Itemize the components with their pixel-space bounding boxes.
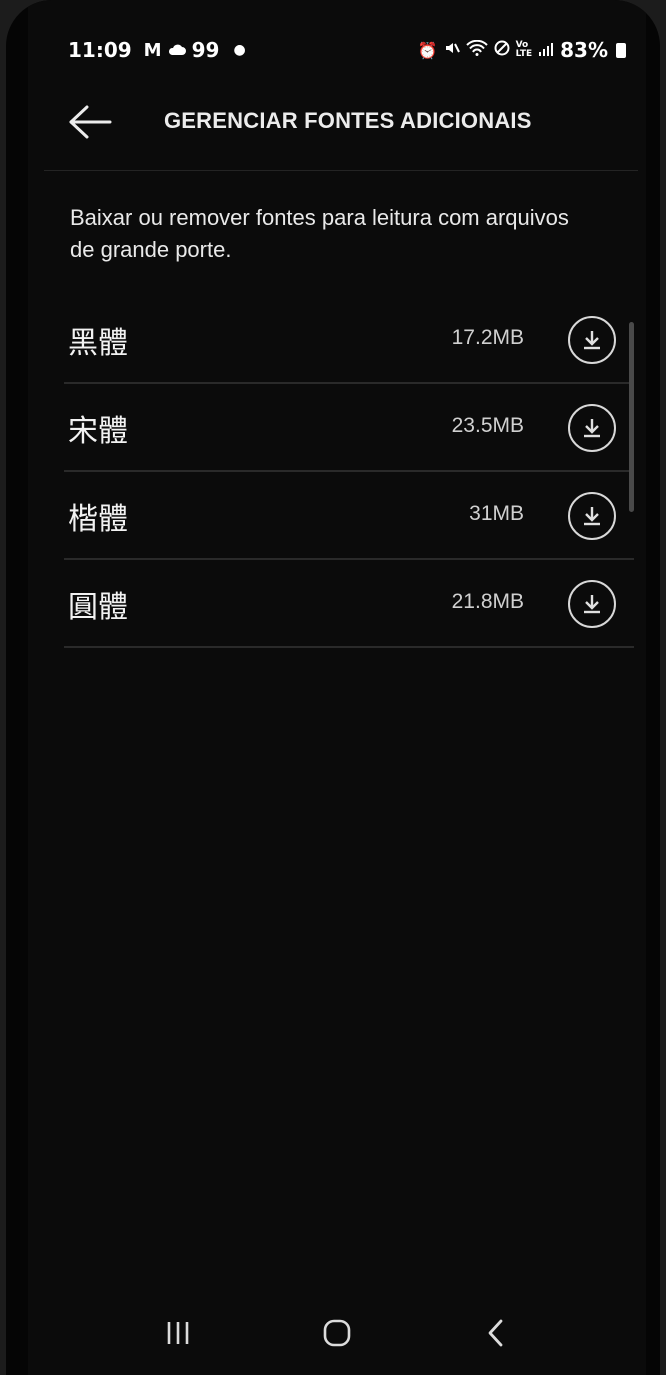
list-item: 黑體 17.2MB <box>64 296 634 384</box>
font-name: 黑體 <box>68 326 128 361</box>
notification-count: 99 <box>191 38 220 62</box>
scrollbar[interactable] <box>629 322 634 512</box>
header-divider <box>44 170 638 171</box>
battery-icon <box>616 42 626 58</box>
recent-apps-button[interactable] <box>148 1303 208 1363</box>
download-icon <box>584 507 600 526</box>
download-button[interactable] <box>568 580 616 628</box>
arrow-left-icon <box>69 105 112 139</box>
status-left: 11:09 M 99 ● <box>68 38 246 62</box>
download-button[interactable] <box>568 404 616 452</box>
font-list: 黑體 17.2MB 宋體 23.5MB 楷體 31MB 圓體 21.8MB <box>64 296 634 648</box>
font-file-size: 23.5MB <box>451 414 524 437</box>
wifi-icon <box>465 39 488 60</box>
font-file-size: 31MB <box>469 502 524 525</box>
home-button[interactable] <box>307 1303 367 1363</box>
cloud-icon <box>168 38 186 62</box>
recent-apps-icon <box>167 1322 188 1344</box>
app-bar: GERENCIAR FONTES ADICIONAIS <box>28 88 646 158</box>
screen: 11:09 M 99 ● ⏰ Vo LTE 83% GERENCIAR FONT… <box>28 0 646 1375</box>
download-icon <box>584 595 600 614</box>
volte-icon: Vo LTE <box>515 40 533 59</box>
font-name: 楷體 <box>68 502 128 537</box>
list-item: 楷體 31MB <box>64 472 634 560</box>
mute-icon <box>444 40 460 60</box>
list-item: 圓體 21.8MB <box>64 560 634 648</box>
back-button[interactable] <box>64 96 116 148</box>
navigation-bar <box>28 1291 646 1375</box>
home-icon <box>323 1319 351 1347</box>
page-title: GERENCIAR FONTES ADICIONAIS <box>164 108 532 133</box>
battery-level: 83% <box>560 38 608 62</box>
download-button[interactable] <box>568 316 616 364</box>
nav-back-button[interactable] <box>466 1303 526 1363</box>
download-button[interactable] <box>568 492 616 540</box>
gmail-icon: M <box>143 39 162 61</box>
alarm-icon: ⏰ <box>417 40 438 60</box>
font-file-size: 21.8MB <box>451 590 524 613</box>
status-bar: 11:09 M 99 ● ⏰ Vo LTE 83% <box>68 32 626 68</box>
list-item: 宋體 23.5MB <box>64 384 634 472</box>
phone-frame: 11:09 M 99 ● ⏰ Vo LTE 83% GERENCIAR FONT… <box>6 0 660 1375</box>
back-icon <box>488 1319 503 1347</box>
dot-icon: ● <box>233 42 246 58</box>
status-time: 11:09 <box>68 38 132 62</box>
font-file-size: 17.2MB <box>451 326 524 349</box>
page-description: Baixar ou remover fontes para leitura co… <box>70 205 569 262</box>
download-icon <box>584 331 600 350</box>
font-name: 圓體 <box>68 590 128 625</box>
font-name: 宋體 <box>68 414 128 449</box>
signal-icon <box>538 41 554 60</box>
status-right: ⏰ Vo LTE 83% <box>418 38 626 62</box>
download-icon <box>584 419 600 438</box>
dnd-icon <box>494 40 510 60</box>
